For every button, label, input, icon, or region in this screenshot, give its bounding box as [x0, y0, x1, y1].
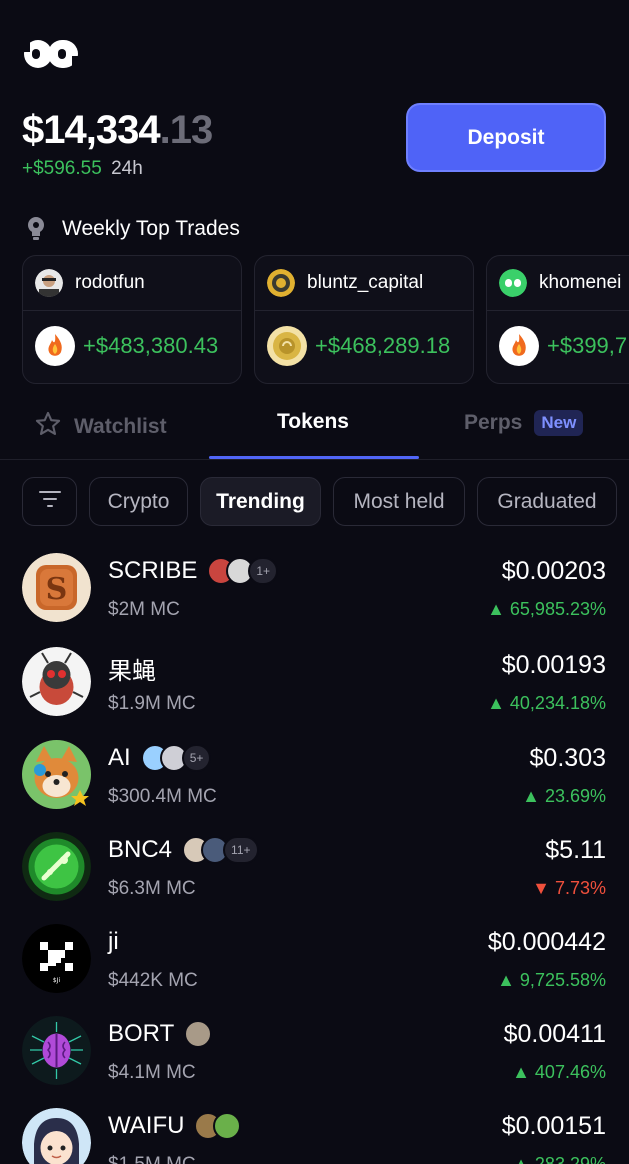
token-market-cap: $4.1M MC	[108, 1062, 196, 1083]
token-price: $0.00203	[501, 557, 606, 585]
token-market-cap: $300.4M MC	[108, 786, 217, 807]
deposit-button[interactable]: Deposit	[406, 103, 606, 172]
token-row[interactable]: AI 5+ $300.4M MC $0.303 ▲ 23.69%	[0, 734, 629, 818]
token-change: ▼ 7.73%	[532, 878, 606, 898]
token-name: SCRIBE	[108, 557, 198, 584]
token-name: BORT	[108, 1020, 175, 1047]
trade-card[interactable]: bluntz_capital +$468,289.18	[254, 255, 474, 384]
balance-cents: .13	[159, 108, 214, 152]
fruitfly-token-icon	[22, 647, 91, 716]
tab-tokens-label: Tokens	[277, 410, 349, 433]
waifu-token-icon	[22, 1108, 91, 1164]
token-row[interactable]: BNC4 11+ $6.3M MC $5.11 ▼ 7.73%	[0, 826, 629, 910]
main-tabs: Watchlist Tokens Perps New	[0, 398, 629, 460]
app-logo	[22, 36, 82, 72]
filter-chip-graduated[interactable]: Graduated	[477, 477, 617, 526]
ji-token-icon: $Ji	[22, 924, 91, 993]
token-price: $0.00411	[503, 1020, 606, 1048]
change-value: +$596.55	[22, 158, 102, 179]
scribe-token-icon: S	[22, 553, 91, 622]
tab-perps[interactable]: Perps New	[464, 410, 584, 436]
top-trades-carousel[interactable]: rodotfun +$483,380.43 bluntz_capital +$4…	[22, 255, 629, 385]
token-row[interactable]: 果蝇 $1.9M MC $0.00193 ▲ 40,234.18%	[0, 641, 629, 725]
balance-main: $14,334	[22, 108, 161, 152]
holders-more-count: 1+	[248, 557, 279, 585]
tab-perps-label: Perps	[464, 411, 523, 434]
user-avatar	[35, 269, 63, 297]
star-icon	[34, 410, 62, 444]
trade-card[interactable]: rodotfun +$483,380.43	[22, 255, 242, 384]
trade-card[interactable]: khomenei +$399,7	[486, 255, 629, 384]
filter-chip-trending[interactable]: Trending	[200, 477, 321, 526]
trade-profit: +$483,380.43	[83, 333, 219, 358]
trade-profit: +$399,7	[547, 333, 628, 358]
new-badge: New	[534, 410, 584, 436]
token-row[interactable]: $Ji ji $442K MC $0.000442 ▲ 9,725.58%	[0, 918, 629, 1002]
filter-icon	[38, 490, 61, 514]
holder-avatars	[194, 1112, 242, 1140]
token-price: $0.303	[529, 744, 606, 772]
flame-token-icon	[35, 326, 75, 366]
token-market-cap: $442K MC	[108, 970, 198, 991]
holder-avatars: 11+	[182, 836, 259, 864]
filter-chip-most-held[interactable]: Most held	[333, 477, 465, 526]
weekly-top-trades-title: Weekly Top Trades	[62, 217, 240, 240]
trade-username: khomenei	[539, 272, 622, 293]
holder-avatars	[184, 1020, 213, 1048]
weekly-top-trades-header: Weekly Top Trades	[26, 216, 240, 242]
token-price: $0.00151	[501, 1112, 606, 1140]
token-change: ▲ 283.29%	[512, 1154, 606, 1164]
token-name: 果蝇	[108, 658, 156, 685]
token-change: ▲ 23.69%	[522, 786, 606, 806]
coin-token-icon	[267, 326, 307, 366]
token-row[interactable]: BORT $4.1M MC $0.00411 ▲ 407.46%	[0, 1010, 629, 1094]
tab-tokens[interactable]: Tokens	[277, 410, 349, 434]
token-row[interactable]: WAIFU $1.5M MC $0.00151 ▲ 283.29%	[0, 1102, 629, 1164]
user-avatar	[267, 269, 295, 297]
token-name: AI	[108, 744, 131, 771]
token-price: $0.000442	[487, 928, 606, 956]
token-name: BNC4	[108, 836, 173, 863]
filter-bar: Crypto Trending Most held Graduated	[22, 477, 629, 527]
token-change: ▲ 40,234.18%	[487, 693, 606, 713]
bnc4-token-icon	[22, 832, 91, 901]
token-price: $0.00193	[501, 651, 606, 679]
svg-text:$Ji: $Ji	[53, 977, 61, 984]
filter-chip-crypto[interactable]: Crypto	[89, 477, 188, 526]
user-avatar	[499, 269, 527, 297]
token-market-cap: $6.3M MC	[108, 878, 196, 899]
holder-avatars: 1+	[207, 557, 279, 585]
token-market-cap: $2M MC	[108, 599, 180, 620]
token-row[interactable]: S SCRIBE 1+ $2M MC $0.00203 ▲ 65,985.23%	[0, 547, 629, 631]
holder-avatars: 5+	[140, 744, 212, 772]
trade-username: bluntz_capital	[307, 272, 424, 293]
portfolio-balance: $14,334.13	[22, 108, 214, 153]
balance-change: +$596.55 24h	[22, 158, 143, 180]
active-tab-indicator	[209, 456, 419, 459]
tab-watchlist-label: Watchlist	[74, 415, 167, 438]
lightbulb-icon	[26, 216, 46, 242]
token-market-cap: $1.5M MC	[108, 1154, 196, 1164]
token-name: ji	[108, 928, 119, 955]
shiba-ai-token-icon	[22, 740, 91, 809]
svg-text:S: S	[46, 572, 68, 607]
token-change: ▲ 407.46%	[512, 1062, 606, 1082]
holders-more-count: 11+	[223, 836, 259, 864]
flame-token-icon	[499, 326, 539, 366]
token-change: ▲ 65,985.23%	[487, 599, 606, 619]
trade-profit: +$468,289.18	[315, 333, 451, 358]
token-change: ▲ 9,725.58%	[497, 970, 606, 990]
tab-watchlist[interactable]: Watchlist	[34, 410, 167, 444]
token-price: $5.11	[545, 836, 606, 864]
holders-more-count: 5+	[181, 744, 212, 772]
bort-token-icon	[22, 1016, 91, 1085]
token-name: WAIFU	[108, 1112, 185, 1139]
trade-username: rodotfun	[75, 272, 145, 293]
token-market-cap: $1.9M MC	[108, 693, 196, 714]
filter-settings-button[interactable]	[22, 477, 77, 526]
change-period: 24h	[111, 158, 143, 179]
